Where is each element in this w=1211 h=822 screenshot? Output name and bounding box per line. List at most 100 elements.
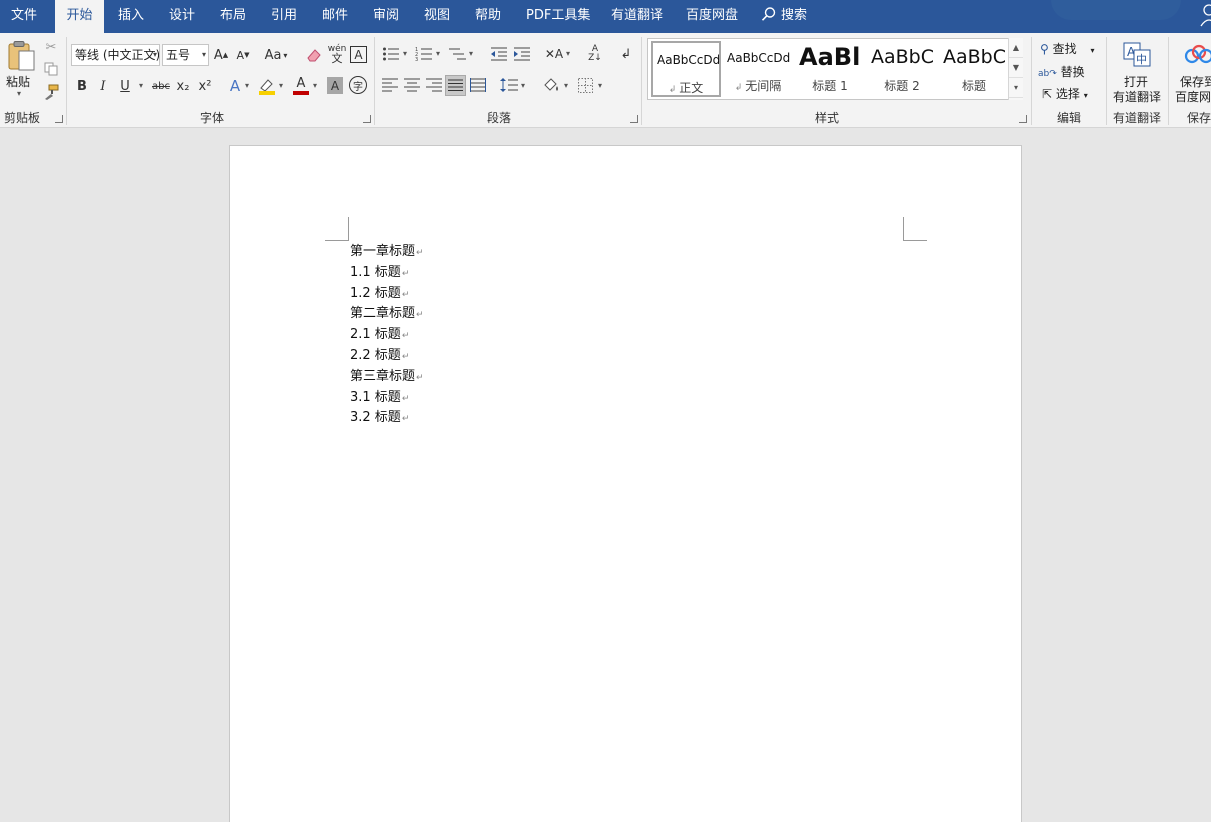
open-youdao-button[interactable]: A 中 (1122, 41, 1152, 69)
multilevel-list-icon[interactable] (448, 46, 466, 62)
style-heading-2[interactable]: AaBbC 标题 2 (867, 41, 937, 97)
align-center-icon[interactable] (404, 78, 420, 92)
subscript-button[interactable]: x₂ (175, 77, 191, 95)
text-effects-icon[interactable]: A (227, 76, 243, 96)
replace-button[interactable]: ab↷ 替换 (1038, 63, 1085, 80)
document-area[interactable]: 第一章标题↵ 1.1 标题↵ 1.2 标题↵ 第二章标题↵ 2.1 标题↵ 2.… (0, 128, 1211, 822)
underline-button[interactable]: U (117, 77, 133, 95)
style-normal[interactable]: AaBbCcDd ↲ 正文 (651, 41, 721, 97)
divider (1168, 37, 1169, 125)
italic-button[interactable]: I (96, 77, 110, 95)
shrink-font-button[interactable]: A ▼ (235, 45, 251, 65)
character-shading-button[interactable]: A (327, 77, 343, 94)
phonetic-guide-button[interactable]: wén 文 (328, 43, 347, 65)
document-line[interactable]: 1.2 标题↵ (350, 284, 424, 305)
copy-icon[interactable] (42, 60, 60, 78)
highlight-icon[interactable] (258, 76, 276, 96)
find-button[interactable]: ⚲ 查找 ▾ (1040, 40, 1094, 57)
underline-dropdown-icon[interactable]: ▾ (139, 81, 143, 90)
clear-format-button[interactable] (305, 45, 323, 65)
select-button[interactable]: ⇱ 选择 ▾ (1042, 85, 1088, 102)
tab-mailings[interactable]: 邮件 (322, 0, 348, 33)
tab-design[interactable]: 设计 (169, 0, 195, 33)
shading-icon[interactable] (542, 76, 560, 94)
show-marks-icon[interactable]: ↲ (618, 45, 634, 63)
document-line[interactable]: 2.1 标题↵ (350, 325, 424, 346)
justify-button[interactable] (445, 75, 466, 96)
bullets-icon[interactable] (382, 46, 400, 62)
tab-file[interactable]: 文件 (11, 0, 37, 33)
divider (66, 37, 67, 125)
shading-dropdown-icon[interactable]: ▾ (564, 81, 568, 90)
format-painter-icon[interactable] (42, 83, 60, 101)
change-case-button[interactable]: Aa ▾ (262, 45, 290, 65)
bold-button[interactable]: B (75, 77, 89, 95)
sort-icon[interactable]: A Z↓ (586, 44, 604, 64)
scroll-down-icon[interactable]: ▼ (1009, 58, 1023, 78)
chinese-layout-dropdown-icon[interactable]: ▾ (566, 49, 570, 58)
document-line[interactable]: 第二章标题↵ (350, 304, 424, 325)
font-color-icon[interactable]: A (292, 76, 310, 96)
style-title[interactable]: AaBbC 标题 (939, 41, 1009, 97)
paragraph-mark-icon: ↵ (401, 331, 410, 342)
tab-baidu-pan[interactable]: 百度网盘 (686, 0, 738, 33)
superscript-button[interactable]: x² (197, 77, 213, 95)
tab-layout[interactable]: 布局 (220, 0, 246, 33)
more-styles-icon[interactable]: ▾ (1009, 78, 1023, 98)
document-line[interactable]: 3.1 标题↵ (350, 388, 424, 409)
chevron-down-icon: ▾ (152, 50, 157, 59)
clipboard-launcher-icon[interactable] (55, 115, 63, 123)
save-baidu-button[interactable] (1184, 43, 1211, 67)
font-size-combo[interactable]: 五号 ▾ (162, 44, 209, 66)
document-line[interactable]: 2.2 标题↵ (350, 346, 424, 367)
document-body[interactable]: 第一章标题↵ 1.1 标题↵ 1.2 标题↵ 第二章标题↵ 2.1 标题↵ 2.… (350, 242, 424, 429)
user-icon[interactable] (1197, 0, 1211, 28)
document-line[interactable]: 1.1 标题↵ (350, 263, 424, 284)
increase-indent-icon[interactable] (513, 46, 531, 62)
cut-icon[interactable]: ✂ (42, 38, 60, 56)
paste-button[interactable] (4, 39, 38, 73)
tab-insert[interactable]: 插入 (118, 0, 144, 33)
tab-help[interactable]: 帮助 (475, 0, 501, 33)
tab-references[interactable]: 引用 (271, 0, 297, 33)
borders-icon[interactable] (577, 77, 593, 93)
decrease-indent-icon[interactable] (490, 46, 508, 62)
styles-launcher-icon[interactable] (1019, 115, 1027, 123)
tab-home[interactable]: 开始 (55, 0, 104, 33)
tell-me-search[interactable]: 搜索 (761, 0, 807, 33)
document-page[interactable]: 第一章标题↵ 1.1 标题↵ 1.2 标题↵ 第二章标题↵ 2.1 标题↵ 2.… (229, 145, 1022, 822)
font-launcher-icon[interactable] (363, 115, 371, 123)
margin-crop-mark (903, 217, 927, 241)
style-heading-1[interactable]: AaBl 标题 1 (795, 41, 865, 97)
numbering-dropdown-icon[interactable]: ▾ (436, 49, 440, 58)
chinese-layout-icon[interactable]: ✕A (545, 45, 563, 63)
line-spacing-icon[interactable] (500, 77, 518, 93)
paste-dropdown-icon[interactable]: ▾ (17, 89, 21, 98)
font-color-dropdown-icon[interactable]: ▾ (313, 81, 317, 90)
bullets-dropdown-icon[interactable]: ▾ (403, 49, 407, 58)
highlight-dropdown-icon[interactable]: ▾ (279, 81, 283, 90)
tab-pdf-tools[interactable]: PDF工具集 (526, 0, 590, 33)
paragraph-launcher-icon[interactable] (630, 115, 638, 123)
line-spacing-dropdown-icon[interactable]: ▾ (521, 81, 525, 90)
align-right-icon[interactable] (426, 78, 442, 92)
character-border-button[interactable]: A (350, 46, 367, 63)
tab-view[interactable]: 视图 (424, 0, 450, 33)
tab-youdao[interactable]: 有道翻译 (611, 0, 663, 33)
scroll-up-icon[interactable]: ▲ (1009, 38, 1023, 58)
document-line[interactable]: 第三章标题↵ (350, 367, 424, 388)
multilevel-list-dropdown-icon[interactable]: ▾ (469, 49, 473, 58)
strikethrough-button[interactable]: abc (150, 77, 172, 95)
enclose-character-button[interactable]: 字 (349, 76, 367, 94)
document-line[interactable]: 3.2 标题↵ (350, 408, 424, 429)
align-left-icon[interactable] (382, 78, 398, 92)
distributed-icon[interactable] (470, 78, 486, 92)
style-no-spacing[interactable]: AaBbCcDd ↲ 无间隔 (723, 41, 793, 97)
tab-review[interactable]: 审阅 (373, 0, 399, 33)
text-effects-dropdown-icon[interactable]: ▾ (245, 81, 249, 90)
document-line[interactable]: 第一章标题↵ (350, 242, 424, 263)
grow-font-button[interactable]: A ▲ (213, 45, 229, 65)
font-name-combo[interactable]: 等线 (中文正文) ▾ (71, 44, 160, 66)
numbering-icon[interactable]: 123 (415, 46, 433, 62)
borders-dropdown-icon[interactable]: ▾ (598, 81, 602, 90)
